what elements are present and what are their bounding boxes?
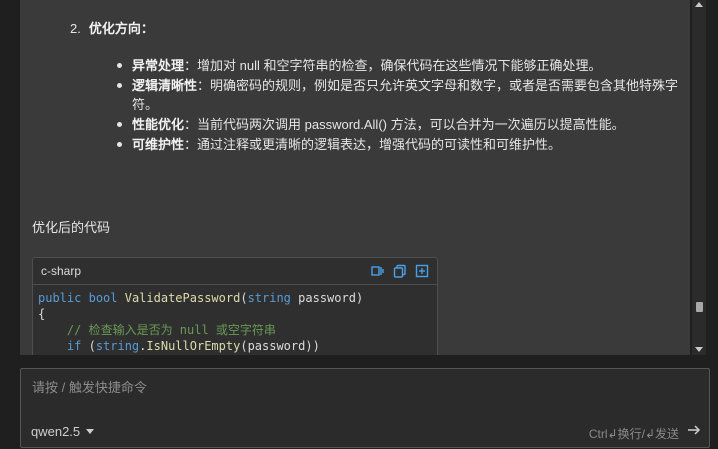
section-heading: 2. 优化方向：: [70, 18, 154, 37]
list-item: 异常处理：增加对 null 和空字符串的检查，确保代码在这些情况下能够正确处理。: [114, 56, 684, 75]
vertical-scrollbar[interactable]: [692, 0, 706, 355]
code-content: public bool ValidatePassword(string pass…: [38, 291, 364, 353]
optimization-list: 异常处理：增加对 null 和空字符串的检查，确保代码在这些情况下能够正确处理。…: [114, 56, 684, 155]
scroll-up-arrow-icon[interactable]: [695, 2, 703, 7]
scrollbar-thumb[interactable]: [696, 302, 703, 312]
section-number: 2.: [70, 21, 81, 36]
copy-icon[interactable]: [393, 264, 407, 278]
list-item: 性能优化：当前代码两次调用 password.All() 方法，可以合并为一次遍…: [114, 115, 684, 134]
code-toolbar: [371, 264, 429, 278]
shortcut-hint: Ctrl↲换行/↲发送: [588, 427, 679, 441]
code-block-header: c-sharp: [33, 258, 437, 285]
input-placeholder: 请按 / 触发快捷命令: [32, 380, 147, 395]
insert-code-icon[interactable]: [371, 264, 385, 278]
code-language-label: c-sharp: [41, 264, 82, 278]
chat-response-panel: 2. 优化方向： 异常处理：增加对 null 和空字符串的检查，确保代码在这些情况…: [20, 0, 690, 355]
model-name: qwen2.5: [31, 424, 81, 439]
list-item: 可维护性：通过注释或更清晰的逻辑表达，增强代码的可读性和可维护性。: [114, 135, 684, 154]
code-block: c-sharp public bool ValidatePassword(str…: [32, 257, 438, 355]
send-button[interactable]: [685, 421, 703, 439]
optimized-code-title: 优化后的代码: [32, 220, 111, 235]
model-selector[interactable]: qwen2.5: [31, 424, 95, 439]
add-file-icon[interactable]: [415, 264, 429, 278]
list-item: 逻辑清晰性：明确密码的规则，例如是否只允许英文字母和数字，或者是否需要包含其他特…: [114, 76, 684, 114]
scroll-down-arrow-icon[interactable]: [695, 347, 703, 352]
send-arrow-icon: [688, 425, 701, 435]
section-title: 优化方向：: [88, 21, 154, 36]
dropdown-caret-icon: [86, 429, 95, 434]
chat-input[interactable]: 请按 / 触发快捷命令 qwen2.5 Ctrl↲换行/↲发送: [20, 368, 710, 448]
